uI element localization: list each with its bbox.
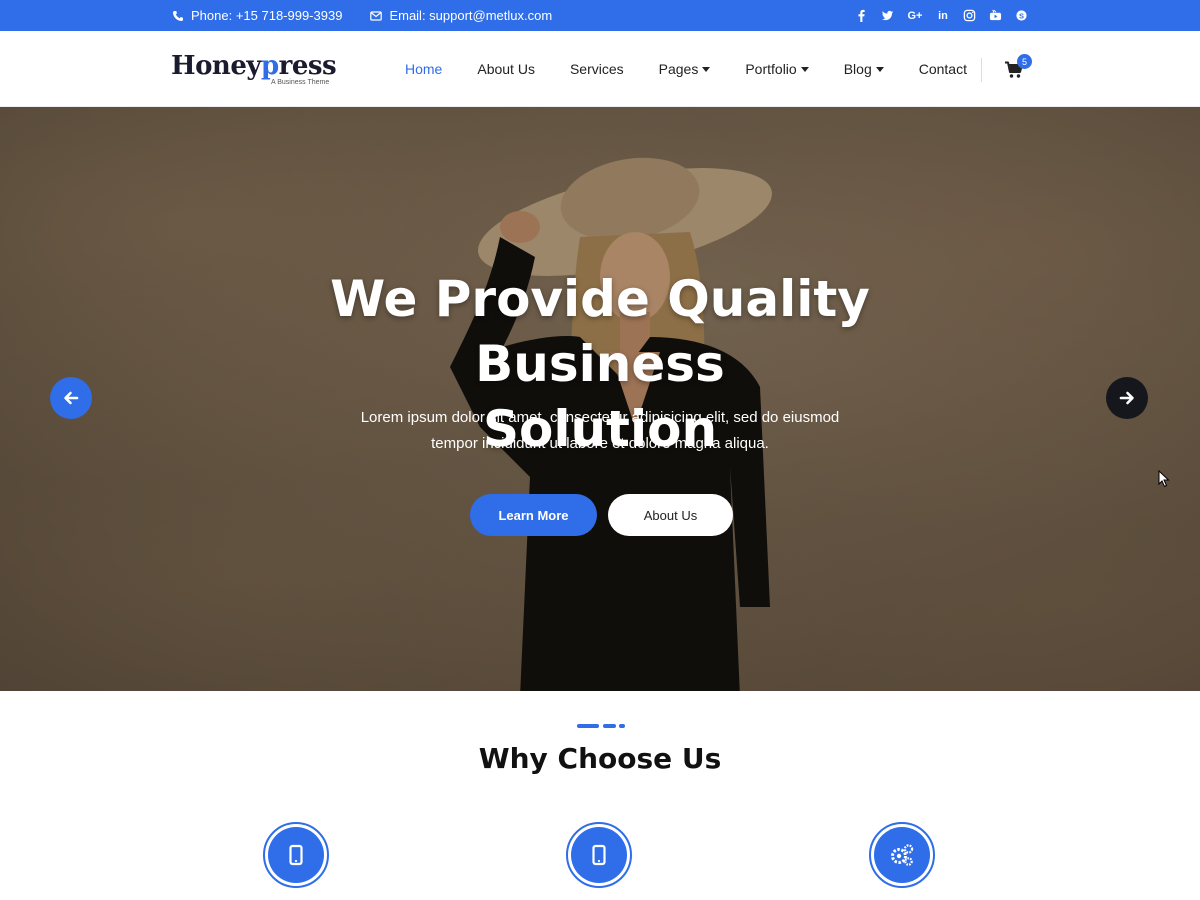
caret-down-icon [875,66,884,72]
contact-info: Phone: +15 718-999-3939 Email: support@m… [172,0,552,31]
section-separator [577,724,599,728]
phone-icon [173,10,183,21]
gears-icon [891,844,914,866]
hero-slider: We Provide Quality Business Solution Lor… [0,107,1200,691]
caret-down-icon [800,66,809,72]
feature-icon-1 [263,822,329,888]
nav-blog[interactable]: Blog [844,61,884,77]
email-text: Email: support@metlux.com [389,8,553,23]
nav-services[interactable]: Services [570,61,624,77]
nav-portfolio[interactable]: Portfolio [745,61,809,77]
feature-icon-2 [566,822,632,888]
skype-icon[interactable]: S [1014,9,1028,23]
phone-text: Phone: +15 718-999-3939 [191,8,343,23]
top-bar: Phone: +15 718-999-3939 Email: support@m… [0,0,1200,31]
hero-title-line-1: We Provide Quality Business [330,270,870,393]
twitter-icon[interactable] [880,9,894,23]
mobile-icon [289,844,303,866]
site-logo[interactable]: Honeypress A Business Theme [171,49,341,91]
slider-next-button[interactable] [1106,377,1148,419]
section-separator [619,724,625,728]
linkedin-icon[interactable]: in [936,9,950,23]
youtube-icon[interactable] [988,9,1002,23]
svg-text:S: S [1019,11,1024,20]
nav-contact[interactable]: Contact [919,61,967,77]
facebook-icon[interactable] [854,9,868,23]
email-contact[interactable]: Email: support@metlux.com [370,8,552,23]
about-us-button[interactable]: About Us [608,494,733,536]
cart-count-badge: 5 [1017,54,1032,69]
arrow-left-icon [64,391,79,405]
logo-tagline: A Business Theme [271,79,330,86]
nav-divider [981,58,982,82]
instagram-icon[interactable] [962,9,976,23]
mobile-icon [592,844,606,866]
nav-about-us[interactable]: About Us [477,61,535,77]
arrow-right-icon [1119,391,1134,405]
nav-pages[interactable]: Pages [659,61,711,77]
envelope-icon [370,10,383,21]
learn-more-button[interactable]: Learn More [470,494,597,536]
feature-icon-3 [869,822,935,888]
nav-home[interactable]: Home [405,61,442,77]
phone-contact: Phone: +15 718-999-3939 [172,8,342,23]
why-choose-us-title: Why Choose Us [478,742,722,775]
hero-subtitle: Lorem ipsum dolor sit amet, consectetur … [360,409,840,452]
mouse-cursor-icon [1158,470,1170,488]
section-separator [603,724,616,728]
slider-prev-button[interactable] [50,377,92,419]
main-nav: Home About Us Services Pages Portfolio B… [405,31,1002,107]
social-links: G+ in S [854,0,1028,31]
logo-wordmark: Honeypress [171,51,337,81]
caret-down-icon [702,66,711,72]
main-header: Honeypress A Business Theme Home About U… [0,31,1200,107]
google-plus-icon[interactable]: G+ [906,9,924,23]
